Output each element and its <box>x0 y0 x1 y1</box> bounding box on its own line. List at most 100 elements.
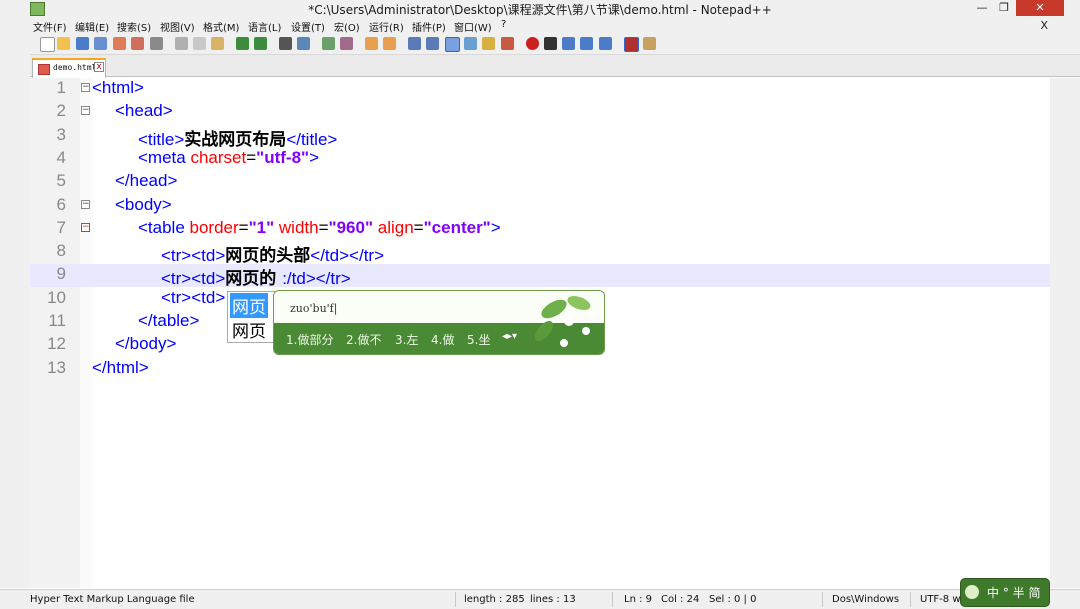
ime-page-arrows-icon[interactable]: ◂▸▾ <box>502 331 517 342</box>
ime-candidate-3[interactable]: 3.左 <box>395 331 418 348</box>
token-tag: </table> <box>138 311 200 330</box>
menu-language[interactable]: 语言(L) <box>248 19 281 34</box>
tab-close-icon[interactable]: x <box>94 62 104 72</box>
token-attr: align <box>373 217 414 237</box>
plugin-icon[interactable] <box>643 37 656 50</box>
paste-icon[interactable] <box>211 37 224 50</box>
token-txt: 网页的 <box>225 269 283 290</box>
code-text: <tr><td>网页的头部</td></tr> <box>161 241 384 266</box>
title-bar: *C:\Users\Administrator\Desktop\课程源文件\第八… <box>0 0 1080 17</box>
ime-status-label[interactable]: 中 ° 半 简 <box>987 584 1040 601</box>
code-line[interactable]: 3 <title>实战网页布局</title> <box>30 125 1050 150</box>
menu-view[interactable]: 视图(V) <box>160 19 195 34</box>
find-icon[interactable] <box>279 37 292 50</box>
record-macro-icon[interactable] <box>526 37 539 50</box>
menu-window[interactable]: 窗口(W) <box>454 19 492 34</box>
code-line[interactable]: 4 <meta charset="utf-8"> <box>30 148 1050 171</box>
cut-icon[interactable] <box>175 37 188 50</box>
fold-toggle-icon[interactable]: − <box>81 199 90 209</box>
indent-guide-icon[interactable] <box>445 37 460 52</box>
tab-demo-html[interactable]: demo.html x <box>32 58 106 78</box>
save-icon[interactable] <box>76 37 89 50</box>
menu-bar: 文件(F) 编辑(E) 搜索(S) 视图(V) 格式(M) 语言(L) 设置(T… <box>0 17 1080 34</box>
token-attr: charset <box>190 147 247 167</box>
copy-icon[interactable] <box>193 37 206 50</box>
open-file-icon[interactable] <box>57 37 70 50</box>
ime-candidate-1[interactable]: 1.做部分 <box>286 331 333 348</box>
code-text: <tr><td> <box>161 288 225 308</box>
undo-icon[interactable] <box>236 37 249 50</box>
save-macro-icon[interactable] <box>599 37 612 50</box>
menu-format[interactable]: 格式(M) <box>203 19 239 34</box>
close-all-icon[interactable] <box>131 37 144 50</box>
close-window-button[interactable]: ✕ <box>1016 0 1064 16</box>
token-tag: </td></tr> <box>310 246 385 266</box>
ime-candidate-2[interactable]: 2.做不 <box>346 331 381 348</box>
token-tag: <html> <box>92 78 144 97</box>
ime-candidate-4[interactable]: 4.做 <box>431 331 454 348</box>
doc-map-icon[interactable] <box>482 37 495 50</box>
zoom-out-icon[interactable] <box>340 37 353 50</box>
token-val: "utf-8" <box>256 147 310 167</box>
code-text: <table border="1" width="960" align="cen… <box>138 218 501 238</box>
replace-icon[interactable] <box>297 37 310 50</box>
maximize-button[interactable]: ❐ <box>990 0 1018 16</box>
menu-search[interactable]: 搜索(S) <box>117 19 151 34</box>
fold-toggle-icon[interactable]: − <box>81 83 90 92</box>
menu-file[interactable]: 文件(F) <box>33 19 67 34</box>
play-macro-icon[interactable] <box>562 37 575 50</box>
new-file-icon[interactable] <box>40 37 55 52</box>
autocomplete-item[interactable]: 网页 <box>232 317 266 342</box>
token-tag: <head> <box>115 101 173 121</box>
fold-toggle-icon[interactable]: − <box>81 106 90 116</box>
ime-candidate-window: zuo'bu'f| 1.做部分 2.做不 3.左 4.做 5.坐 ◂▸▾ <box>273 290 605 355</box>
status-selection: Sel : 0 | 0 <box>709 594 757 605</box>
function-list-icon[interactable] <box>501 37 514 50</box>
zoom-in-icon[interactable] <box>322 37 335 50</box>
redo-icon[interactable] <box>254 37 267 50</box>
ime-candidate-5[interactable]: 5.坐 <box>467 331 490 348</box>
save-all-icon[interactable] <box>94 37 107 50</box>
fold-toggle-icon[interactable]: − <box>81 222 90 232</box>
menu-macro[interactable]: 宏(O) <box>334 19 360 34</box>
autocomplete-list[interactable]: 网页 网页 <box>227 291 277 343</box>
line-number: 1 <box>56 78 66 97</box>
menu-settings[interactable]: 设置(T) <box>291 19 325 34</box>
ime-status-toolbar[interactable]: 中 ° 半 简 <box>960 578 1050 607</box>
word-wrap-icon[interactable] <box>408 37 421 50</box>
stop-macro-icon[interactable] <box>544 37 557 50</box>
sync-horizontal-icon[interactable] <box>383 37 396 50</box>
status-line-number: Ln : 9 <box>624 594 652 605</box>
toolbar <box>0 34 1080 55</box>
code-line[interactable]: 2 − <head> <box>30 101 1050 124</box>
line-number: 10 <box>47 287 66 307</box>
code-line[interactable]: 5 </head> <box>30 171 1050 194</box>
autocomplete-item-selected[interactable]: 网页 <box>230 293 268 318</box>
code-line[interactable]: 6 − <body> <box>30 195 1050 218</box>
code-line[interactable]: 9 <tr><td>网页的 :/td></tr> <box>30 264 1050 290</box>
close-icon[interactable] <box>113 37 126 50</box>
code-line[interactable]: 1 − <html> <box>30 78 1050 101</box>
spell-check-icon[interactable] <box>624 37 639 52</box>
status-length: length : 285 <box>464 594 525 605</box>
print-icon[interactable] <box>150 37 163 50</box>
language-icon[interactable] <box>464 37 477 50</box>
code-line[interactable]: 7 − <table border="1" width="960" align="c… <box>30 218 1050 241</box>
unsaved-file-icon <box>38 64 50 75</box>
line-number: 7 <box>56 217 66 237</box>
menu-edit[interactable]: 编辑(E) <box>75 19 109 34</box>
menu-run[interactable]: 运行(R) <box>369 19 404 34</box>
show-all-chars-icon[interactable] <box>426 37 439 50</box>
token-val: "1" <box>248 217 275 237</box>
status-eol: Dos\Windows <box>832 594 900 605</box>
ime-leaf-decoration-icon <box>535 296 595 347</box>
right-margin <box>1050 78 1080 588</box>
menu-help[interactable]: ? <box>501 19 506 30</box>
code-line[interactable]: 8 <tr><td>网页的头部</td></tr> <box>30 241 1050 266</box>
run-multiple-icon[interactable] <box>580 37 593 50</box>
menu-plugins[interactable]: 插件(P) <box>412 19 446 34</box>
code-text: <body> <box>115 195 172 215</box>
close-document-x[interactable]: X <box>1040 19 1048 32</box>
code-line[interactable]: 13 </html> <box>30 358 1050 381</box>
sync-vertical-icon[interactable] <box>365 37 378 50</box>
